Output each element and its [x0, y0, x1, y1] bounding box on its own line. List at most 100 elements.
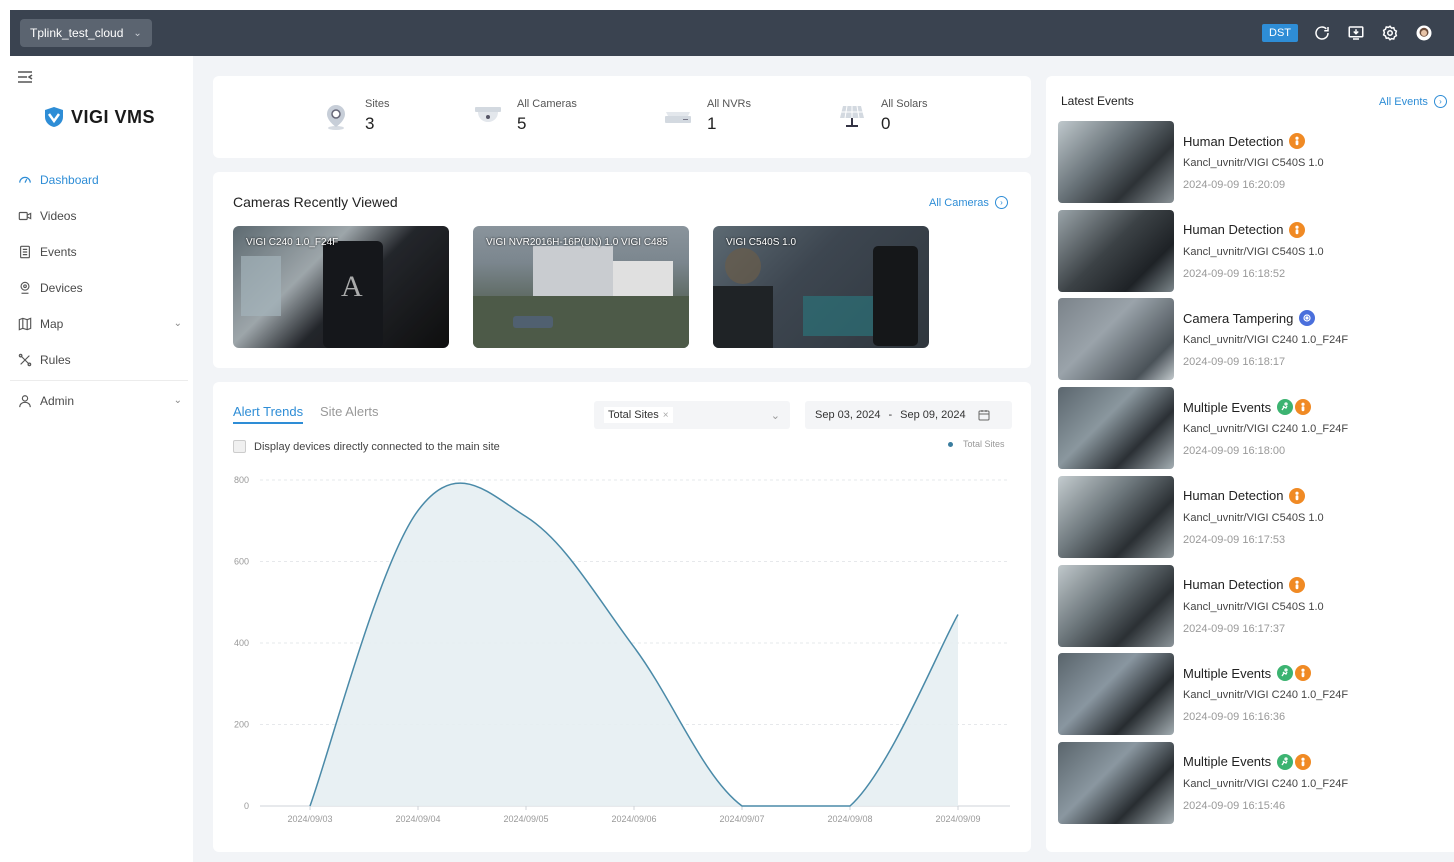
- recent-cameras-card: Cameras Recently Viewed All Cameras › A …: [213, 172, 1031, 368]
- event-thumbnail[interactable]: [1058, 387, 1174, 470]
- stat-sites[interactable]: Sites 3: [321, 98, 389, 134]
- sidebar-item-label: Map: [40, 317, 64, 331]
- sidebar-item-dashboard[interactable]: Dashboard: [10, 162, 188, 198]
- sidebar-item-rules[interactable]: Rules: [10, 342, 188, 378]
- event-thumbnail[interactable]: [1058, 741, 1174, 824]
- event-title: Human Detection: [1183, 133, 1306, 149]
- stat-nvrs[interactable]: All NVRs 1: [663, 98, 751, 134]
- latest-events-title: Latest Events: [1061, 94, 1134, 108]
- top-bar: Tplink_test_cloud ⌄ DST: [10, 10, 1454, 56]
- sidebar-item-label: Admin: [40, 394, 75, 408]
- stat-label: All Solars: [881, 98, 928, 110]
- event-device: Kancl_uvnitr/VIGI C540S 1.0: [1183, 245, 1324, 258]
- event-row[interactable]: Human Detection Kancl_uvnitr/VIGI C540S 1…: [1058, 475, 1448, 558]
- site-name: Tplink_test_cloud: [30, 26, 124, 40]
- chip-close-icon[interactable]: ×: [663, 410, 669, 421]
- rules-icon: [18, 353, 32, 367]
- camera-tampering-icon: [1299, 310, 1316, 327]
- series-area: [310, 483, 958, 806]
- camera-thumbnail[interactable]: A VIGI C240 1.0_F24F: [233, 226, 449, 348]
- event-title-text: Human Detection: [1183, 488, 1284, 504]
- event-device: Kancl_uvnitr/VIGI C540S 1.0: [1183, 157, 1324, 169]
- chart-legend: Total Sites: [948, 439, 1005, 449]
- y-tick-label: 800: [234, 475, 249, 485]
- camera-thumbnail[interactable]: VIGI NVR2016H-16P(UN) 1.0 VIGI C485: [473, 226, 689, 348]
- motion-detection-icon: [1277, 665, 1294, 682]
- all-cameras-link[interactable]: All Cameras ›: [929, 196, 1008, 209]
- all-cameras-label: All Cameras: [929, 196, 989, 209]
- event-row[interactable]: Human Detection Kancl_uvnitr/VIGI C540S 1…: [1058, 121, 1448, 203]
- stat-label: Sites: [365, 98, 390, 110]
- stat-cameras[interactable]: All Cameras 5: [473, 98, 577, 134]
- video-icon: [18, 209, 32, 223]
- event-title: Human Detection: [1183, 487, 1306, 504]
- camera-thumbnail[interactable]: VIGI C540S 1.0: [713, 226, 929, 348]
- sidebar-item-events[interactable]: Events: [10, 234, 188, 270]
- event-title-text: Multiple Events: [1183, 754, 1272, 770]
- checkbox-label: Display devices directly connected to th…: [254, 440, 500, 453]
- event-row[interactable]: Multiple Events Kancl_uvnitr/VIGI C240 1.…: [1058, 741, 1448, 824]
- sidebar-item-admin[interactable]: Admin ⌄: [10, 383, 188, 419]
- event-time: 2024-09-09 16:18:52: [1183, 267, 1286, 280]
- tab-site-alerts[interactable]: Site Alerts: [320, 404, 379, 419]
- camera-name: VIGI C540S 1.0: [726, 237, 797, 248]
- event-title: Multiple Events: [1183, 753, 1312, 770]
- sidebar-item-devices[interactable]: Devices: [10, 270, 188, 306]
- arrow-right-circle-icon: ›: [1433, 95, 1447, 108]
- event-row[interactable]: Multiple Events Kancl_uvnitr/VIGI C240 1.…: [1058, 653, 1448, 736]
- x-tick-label: 2024/09/06: [611, 814, 656, 824]
- sidebar-item-videos[interactable]: Videos: [10, 198, 188, 234]
- chevron-down-icon: ⌄: [133, 27, 142, 39]
- event-row[interactable]: Camera Tampering Kancl_uvnitr/VIGI C240 1…: [1058, 298, 1448, 381]
- event-thumbnail[interactable]: [1058, 475, 1174, 558]
- event-row[interactable]: Human Detection Kancl_uvnitr/VIGI C540S 1…: [1058, 209, 1448, 292]
- x-tick-label: 2024/09/08: [827, 814, 872, 824]
- sidebar-item-label: Devices: [40, 281, 83, 295]
- event-title-text: Multiple Events: [1183, 399, 1272, 415]
- event-row[interactable]: Human Detection Kancl_uvnitr/VIGI C540S 1…: [1058, 564, 1448, 647]
- camera-name: VIGI C240 1.0_F24F: [246, 237, 339, 248]
- user-avatar-icon[interactable]: [1414, 23, 1434, 43]
- event-thumbnail[interactable]: [1058, 564, 1174, 647]
- event-title-text: Camera Tampering: [1183, 310, 1294, 326]
- event-row[interactable]: Multiple Events Kancl_uvnitr/VIGI C240 1.…: [1058, 387, 1448, 470]
- date-from: Sep 03, 2024: [815, 409, 881, 421]
- all-events-link[interactable]: All Events ›: [1379, 95, 1447, 108]
- site-selector[interactable]: Tplink_test_cloud ⌄: [20, 19, 152, 47]
- human-detection-icon: [1295, 399, 1312, 416]
- dst-badge[interactable]: DST: [1262, 24, 1298, 42]
- human-detection-icon: [1289, 576, 1306, 593]
- sidebar-item-label: Rules: [40, 353, 71, 367]
- event-thumbnail[interactable]: [1058, 298, 1174, 381]
- events-icon: [18, 245, 32, 259]
- main-site-checkbox[interactable]: [233, 440, 246, 453]
- event-thumbnail[interactable]: [1058, 121, 1174, 203]
- event-title: Multiple Events: [1183, 665, 1312, 682]
- alert-trends-card: Alert Trends Site Alerts Total Sites × ⌄…: [213, 382, 1031, 852]
- sidebar-nav: Dashboard Videos Events Devices Map ⌄ Ru…: [10, 162, 188, 419]
- event-device: Kancl_uvnitr/VIGI C240 1.0_F24F: [1183, 689, 1349, 702]
- collapse-menu-icon[interactable]: [17, 70, 33, 84]
- date-range-picker[interactable]: Sep 03, 2024 - Sep 09, 2024: [805, 401, 1012, 429]
- chevron-down-icon: ⌄: [770, 409, 780, 422]
- event-thumbnail[interactable]: [1058, 209, 1174, 292]
- human-detection-icon: [1295, 665, 1312, 682]
- latest-events-panel: Latest Events All Events › Human Detecti…: [1046, 76, 1454, 852]
- event-title-text: Human Detection: [1183, 222, 1284, 238]
- filter-chip: Total Sites ×: [604, 407, 673, 423]
- stat-label: All Cameras: [517, 98, 577, 110]
- stat-solars[interactable]: All Solars 0: [837, 98, 927, 134]
- tab-alert-trends[interactable]: Alert Trends: [233, 404, 304, 424]
- settings-gear-icon[interactable]: [1380, 23, 1400, 43]
- download-client-icon[interactable]: [1346, 23, 1366, 43]
- vigi-shield-icon: [45, 107, 63, 127]
- x-tick-label: 2024/09/05: [503, 814, 548, 824]
- chevron-down-icon[interactable]: ⌄: [174, 395, 182, 406]
- chevron-down-icon[interactable]: ⌄: [174, 318, 182, 329]
- refresh-icon[interactable]: [1312, 23, 1332, 43]
- sidebar-item-map[interactable]: Map ⌄: [10, 306, 188, 342]
- event-device: Kancl_uvnitr/VIGI C240 1.0_F24F: [1183, 334, 1349, 347]
- site-filter-select[interactable]: Total Sites × ⌄: [594, 401, 790, 429]
- main-site-checkbox-row[interactable]: Display devices directly connected to th…: [233, 440, 500, 453]
- event-thumbnail[interactable]: [1058, 653, 1174, 736]
